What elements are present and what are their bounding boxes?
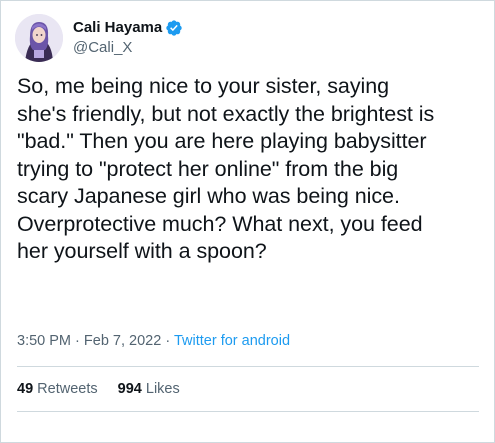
- author-names: Cali Hayama @Cali_X: [73, 18, 183, 58]
- tweet-text: So, me being nice to your sister, saying…: [17, 74, 435, 263]
- avatar[interactable]: [15, 14, 63, 62]
- avatar-image: [15, 14, 63, 62]
- tweet-card: Cali Hayama @Cali_X So, me being nice to…: [0, 0, 495, 443]
- likes-count: 994: [117, 381, 142, 397]
- tweet-meta: 3:50 PM · Feb 7, 2022 · Twitter for andr…: [17, 331, 290, 351]
- tweet-date[interactable]: Feb 7, 2022: [84, 333, 161, 349]
- display-name[interactable]: Cali Hayama: [73, 18, 162, 38]
- name-row: Cali Hayama: [73, 18, 183, 38]
- verified-badge-icon: [165, 19, 183, 37]
- tweet-header: Cali Hayama @Cali_X: [15, 13, 183, 63]
- meta-separator: ·: [165, 333, 171, 349]
- meta-separator: ·: [75, 333, 80, 349]
- divider: [17, 366, 479, 367]
- tweet-time[interactable]: 3:50 PM: [17, 333, 71, 349]
- likes-label: Likes: [145, 381, 180, 397]
- retweets-count: 49: [17, 381, 34, 397]
- likes-stat[interactable]: 994 Likes: [118, 381, 180, 397]
- retweets-label: Retweets: [37, 381, 98, 397]
- retweets-stat[interactable]: 49 Retweets: [17, 381, 102, 397]
- tweet-stats: 49 Retweets 994 Likes: [17, 379, 196, 399]
- tweet-source-link[interactable]: Twitter for android: [174, 333, 290, 349]
- divider: [17, 411, 479, 412]
- user-handle[interactable]: @Cali_X: [73, 38, 183, 58]
